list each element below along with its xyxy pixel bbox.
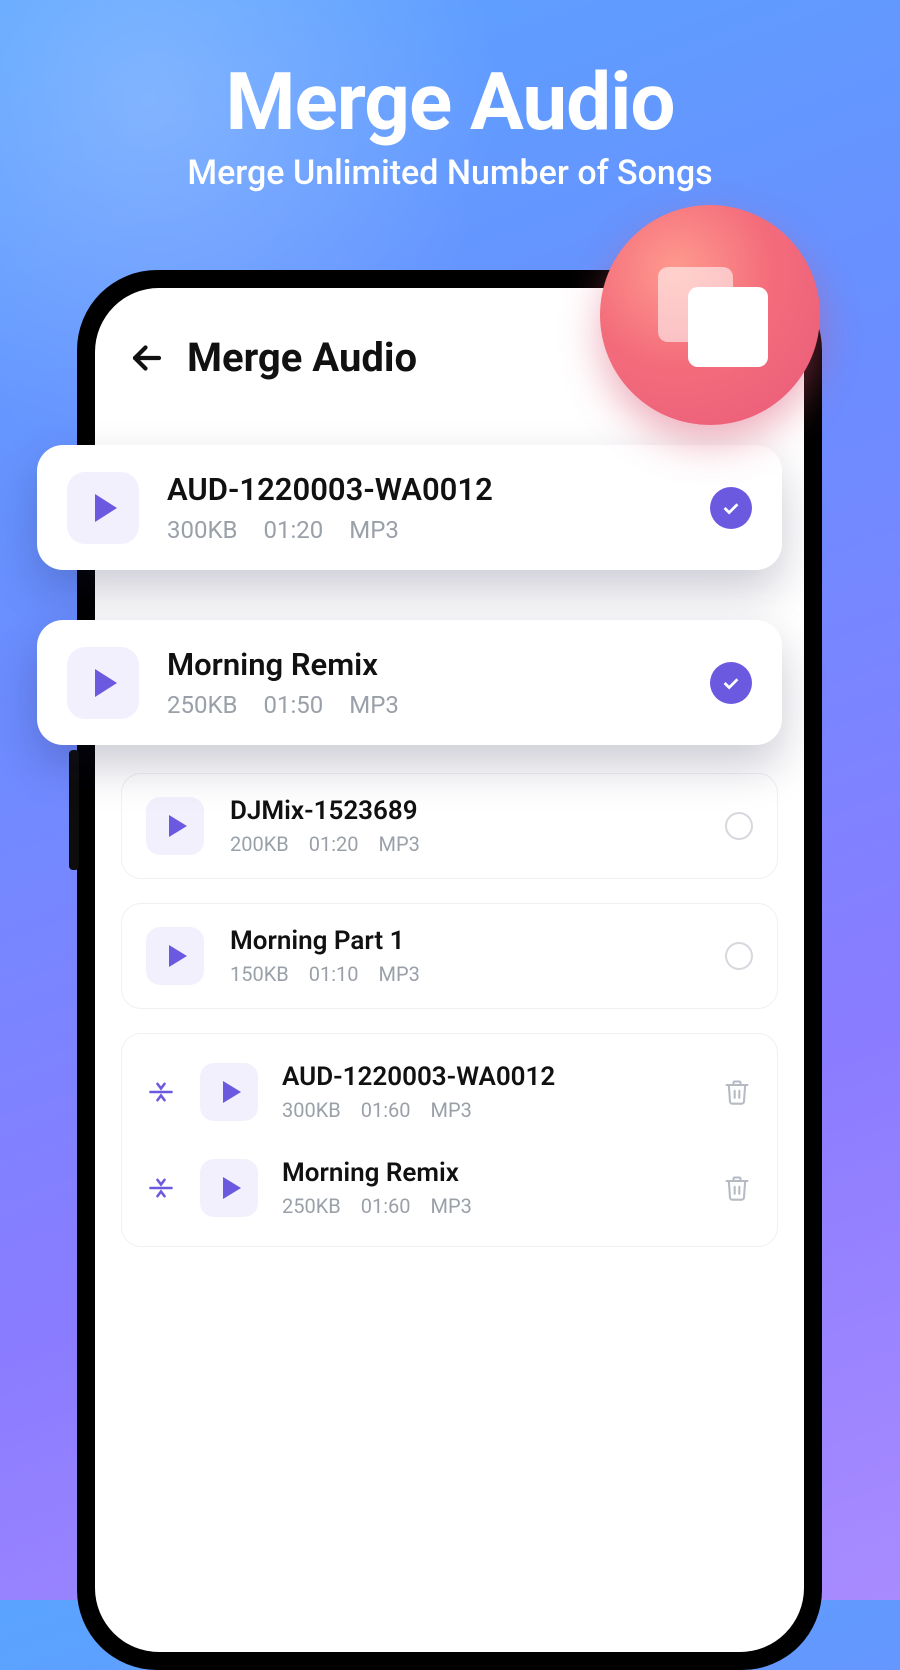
audio-card-selected[interactable]: AUD-1220003-WA0012 300KB 01:20 MP3 (37, 445, 782, 570)
select-radio[interactable] (725, 812, 753, 840)
hero-title: Merge Audio (0, 55, 900, 149)
track-format: MP3 (349, 516, 399, 544)
hero-subtitle: Merge Unlimited Number of Songs (0, 153, 900, 193)
trash-icon (723, 1078, 751, 1106)
track-title: AUD-1220003-WA0012 (167, 471, 682, 508)
compress-vertical-icon (147, 1078, 175, 1106)
track-size: 250KB (167, 691, 237, 719)
track-size: 250KB (282, 1194, 341, 1218)
track-info: AUD-1220003-WA0012 300KB 01:60 MP3 (282, 1062, 697, 1122)
track-meta: 150KB 01:10 MP3 (230, 962, 699, 986)
audio-card[interactable]: DJMix-1523689 200KB 01:20 MP3 (121, 773, 778, 879)
play-button[interactable] (200, 1063, 258, 1121)
audio-list: DJMix-1523689 200KB 01:20 MP3 Morning Pa… (95, 773, 804, 1247)
queue-item[interactable]: Morning Remix 250KB 01:60 MP3 (146, 1140, 753, 1236)
play-icon (223, 1081, 241, 1103)
selected-check[interactable] (710, 487, 752, 529)
select-radio[interactable] (725, 942, 753, 970)
trash-icon (723, 1174, 751, 1202)
track-info: Morning Part 1 150KB 01:10 MP3 (230, 926, 699, 986)
track-title: Morning Remix (282, 1158, 697, 1188)
track-meta: 300KB 01:60 MP3 (282, 1098, 697, 1122)
merge-icon-front-square (688, 287, 768, 367)
play-icon (169, 945, 187, 967)
track-size: 200KB (230, 832, 289, 856)
track-size: 300KB (282, 1098, 341, 1122)
track-title: DJMix-1523689 (230, 796, 699, 826)
play-icon (95, 494, 117, 522)
check-icon (720, 672, 742, 694)
compress-vertical-icon (147, 1174, 175, 1202)
audio-card-selected[interactable]: Morning Remix 250KB 01:50 MP3 (37, 620, 782, 745)
track-format: MP3 (379, 832, 420, 856)
check-icon (720, 497, 742, 519)
arrow-left-icon (129, 340, 165, 376)
delete-button[interactable] (721, 1076, 753, 1108)
hero: Merge Audio Merge Unlimited Number of So… (0, 55, 900, 193)
queue-item[interactable]: AUD-1220003-WA0012 300KB 01:60 MP3 (146, 1044, 753, 1140)
play-button[interactable] (200, 1159, 258, 1217)
track-duration: 01:60 (361, 1098, 411, 1122)
play-icon (95, 669, 117, 697)
play-button[interactable] (67, 472, 139, 544)
audio-card[interactable]: Morning Part 1 150KB 01:10 MP3 (121, 903, 778, 1009)
track-duration: 01:20 (309, 832, 359, 856)
track-size: 300KB (167, 516, 237, 544)
track-meta: 250KB 01:50 MP3 (167, 691, 682, 719)
play-icon (223, 1177, 241, 1199)
delete-button[interactable] (721, 1172, 753, 1204)
track-duration: 01:50 (263, 691, 323, 719)
play-button[interactable] (67, 647, 139, 719)
track-duration: 01:60 (361, 1194, 411, 1218)
track-duration: 01:10 (309, 962, 359, 986)
back-button[interactable] (129, 340, 165, 376)
track-format: MP3 (431, 1098, 472, 1122)
app-title: Merge Audio (187, 334, 417, 381)
track-title: Morning Remix (167, 646, 682, 683)
merge-queue: AUD-1220003-WA0012 300KB 01:60 MP3 (121, 1033, 778, 1247)
merge-badge (600, 205, 820, 425)
track-format: MP3 (349, 691, 399, 719)
play-button[interactable] (146, 927, 204, 985)
play-icon (169, 815, 187, 837)
track-title: Morning Part 1 (230, 926, 699, 956)
track-format: MP3 (379, 962, 420, 986)
track-info: Morning Remix 250KB 01:50 MP3 (167, 646, 682, 719)
track-meta: 250KB 01:60 MP3 (282, 1194, 697, 1218)
track-title: AUD-1220003-WA0012 (282, 1062, 697, 1092)
play-button[interactable] (146, 797, 204, 855)
selected-check[interactable] (710, 662, 752, 704)
track-info: Morning Remix 250KB 01:60 MP3 (282, 1158, 697, 1218)
track-size: 150KB (230, 962, 289, 986)
track-meta: 200KB 01:20 MP3 (230, 832, 699, 856)
track-info: AUD-1220003-WA0012 300KB 01:20 MP3 (167, 471, 682, 544)
track-format: MP3 (431, 1194, 472, 1218)
track-meta: 300KB 01:20 MP3 (167, 516, 682, 544)
track-duration: 01:20 (263, 516, 323, 544)
drag-handle[interactable] (146, 1173, 176, 1203)
drag-handle[interactable] (146, 1077, 176, 1107)
phone-volume-button (69, 750, 79, 870)
track-info: DJMix-1523689 200KB 01:20 MP3 (230, 796, 699, 856)
